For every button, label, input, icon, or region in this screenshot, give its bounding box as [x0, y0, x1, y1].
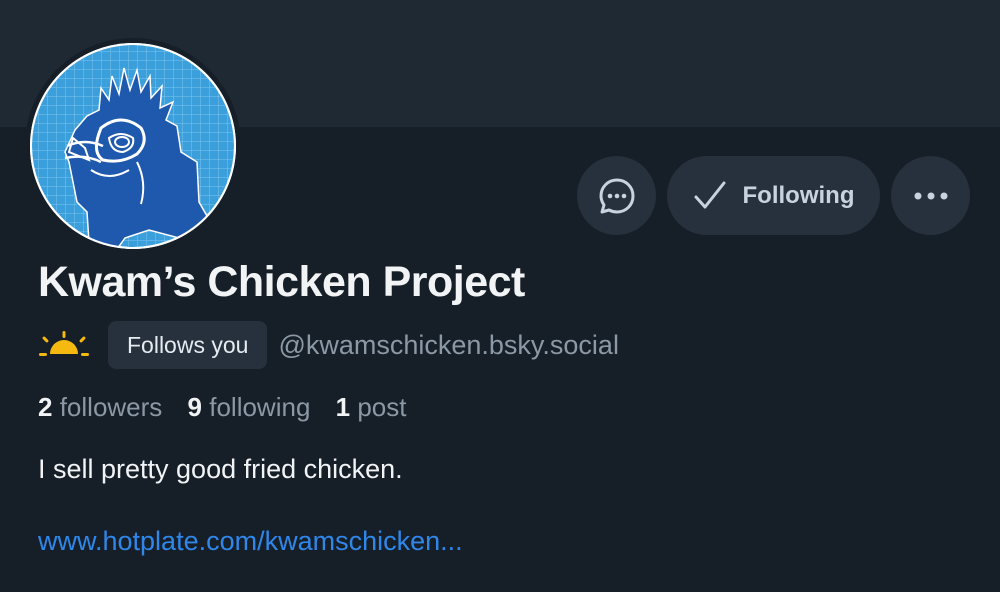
- following-button-label: Following: [742, 181, 855, 209]
- profile-meta-row: Follows you @kwamschicken.bsky.social: [38, 321, 619, 369]
- profile-stats: 2 followers 9 following 1 post: [38, 392, 425, 423]
- follows-you-badge: Follows you: [108, 321, 268, 369]
- more-options-button[interactable]: [891, 156, 970, 235]
- ellipsis-icon: [914, 192, 947, 199]
- avatar[interactable]: [25, 38, 241, 254]
- profile-website-link[interactable]: www.hotplate.com/kwamschicken...: [38, 526, 463, 557]
- profile-bio: I sell pretty good fried chicken.: [38, 454, 403, 484]
- profile-display-name: Kwam’s Chicken Project: [38, 258, 525, 306]
- posts-label: post: [357, 392, 407, 422]
- following-count: 9: [187, 392, 202, 422]
- profile-actions: Following: [577, 156, 970, 235]
- chat-bubble-icon: [599, 178, 634, 213]
- rooster-logo-icon: [30, 43, 236, 249]
- following-label: following: [209, 392, 311, 422]
- posts-count: 1: [335, 392, 351, 422]
- checkmark-icon: [694, 181, 725, 208]
- following-stat[interactable]: 9 following: [188, 392, 311, 422]
- sunrise-icon: [39, 331, 89, 356]
- followers-label: followers: [59, 392, 163, 422]
- following-button[interactable]: Following: [667, 156, 880, 235]
- followers-stat[interactable]: 2 followers: [38, 392, 162, 422]
- posts-stat: 1 post: [336, 392, 407, 422]
- followers-count: 2: [38, 392, 53, 422]
- message-button[interactable]: [577, 156, 656, 235]
- profile-handle[interactable]: @kwamschicken.bsky.social: [278, 330, 619, 361]
